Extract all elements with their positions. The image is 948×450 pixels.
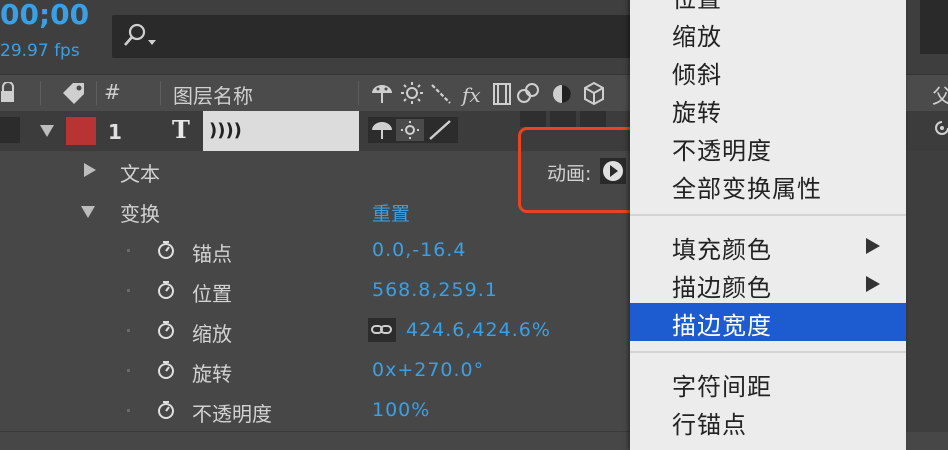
menu-item-fill-color[interactable]: 填充颜色 xyxy=(630,227,906,265)
submenu-arrow-icon xyxy=(866,238,880,254)
shy-icon xyxy=(372,85,392,103)
menu-item-all-transform[interactable]: 全部变换属性 xyxy=(630,166,906,204)
adjustment-icon xyxy=(517,83,539,103)
fx-icon: fx xyxy=(460,83,481,107)
opacity-value[interactable]: 100% xyxy=(372,399,430,421)
rotation-label: 旋转 xyxy=(192,362,232,386)
pick-whip-icon[interactable] xyxy=(934,120,948,138)
scale-label: 缩放 xyxy=(192,322,232,346)
switch-cell[interactable] xyxy=(580,111,606,127)
layer-video-switch[interactable] xyxy=(0,117,20,143)
menu-item-skew[interactable]: 倾斜 xyxy=(630,52,906,90)
frame-rate: 29.97 fps xyxy=(0,41,80,61)
layer-number: 1 xyxy=(108,120,122,144)
parent-header[interactable]: 父 xyxy=(932,80,948,109)
switch-cell[interactable] xyxy=(520,111,546,127)
quality-icon xyxy=(431,84,451,104)
animate-menu[interactable]: 位置 缩放 倾斜 旋转 不透明度 全部变换属性 填充颜色 描边颜色 描边宽度 字… xyxy=(630,0,906,450)
lock-icon[interactable] xyxy=(0,82,18,104)
switches-header[interactable]: fx xyxy=(370,81,610,107)
expand-triangle-icon[interactable] xyxy=(40,125,54,137)
label-tag-icon[interactable] xyxy=(60,80,88,106)
layer-label-color[interactable] xyxy=(66,117,96,145)
menu-item-tracking[interactable]: 字符间距 xyxy=(630,364,906,402)
stopwatch-icon[interactable] xyxy=(156,240,176,260)
layer-name-field[interactable]: )))) xyxy=(203,111,359,151)
position-label: 位置 xyxy=(192,282,232,306)
reset-link[interactable]: 重置 xyxy=(372,199,410,226)
stopwatch-icon[interactable] xyxy=(156,320,176,340)
menu-separator xyxy=(630,214,906,216)
menu-item-position[interactable]: 位置 xyxy=(630,0,906,14)
collapse-triangle-icon[interactable] xyxy=(81,206,95,218)
collapse-icon xyxy=(401,82,423,104)
submenu-arrow-icon xyxy=(866,276,880,292)
stopwatch-icon[interactable] xyxy=(156,360,176,380)
quality-icon xyxy=(429,120,451,140)
search-input[interactable] xyxy=(160,19,624,55)
expand-triangle-icon[interactable] xyxy=(84,163,96,177)
stopwatch-icon[interactable] xyxy=(156,400,176,420)
anchor-point-value[interactable]: 0.0,-16.4 xyxy=(372,239,466,261)
switch-cell[interactable] xyxy=(550,111,576,127)
menu-item-line-anchor[interactable]: 行锚点 xyxy=(630,402,906,440)
rotation-value[interactable]: 0x+270.0° xyxy=(372,359,484,381)
layer-switches[interactable] xyxy=(368,117,458,143)
motion-blur-icon xyxy=(493,83,511,105)
adjust-layer-icon xyxy=(553,85,571,103)
current-time[interactable]: 00;00 xyxy=(0,0,89,31)
text-layer-icon: T xyxy=(172,115,190,144)
constrain-proportions-icon[interactable] xyxy=(368,318,396,342)
layer-name-header[interactable]: 图层名称 xyxy=(173,80,253,109)
search-icon[interactable] xyxy=(120,20,160,52)
menu-item-opacity[interactable]: 不透明度 xyxy=(630,128,906,166)
menu-item-rotation[interactable]: 旋转 xyxy=(630,90,906,128)
shy-icon xyxy=(372,122,392,139)
menu-separator xyxy=(630,351,906,353)
stopwatch-icon[interactable] xyxy=(156,280,176,300)
layer-name: )))) xyxy=(209,120,242,141)
parent-column: 父 xyxy=(906,0,948,432)
menu-item-stroke-color[interactable]: 描边颜色 xyxy=(630,265,906,303)
transform-group-label: 变换 xyxy=(120,202,160,226)
layer-number-header[interactable]: # xyxy=(104,80,121,104)
opacity-label: 不透明度 xyxy=(192,402,272,426)
menu-item-stroke-width[interactable]: 描边宽度 xyxy=(630,303,906,341)
menu-item-scale[interactable]: 缩放 xyxy=(630,14,906,52)
3d-layer-icon xyxy=(584,81,604,106)
scale-value[interactable]: 424.6,424.6% xyxy=(406,319,551,341)
anchor-point-label: 锚点 xyxy=(192,242,232,266)
position-value[interactable]: 568.8,259.1 xyxy=(372,279,498,301)
text-group-label: 文本 xyxy=(120,162,160,186)
